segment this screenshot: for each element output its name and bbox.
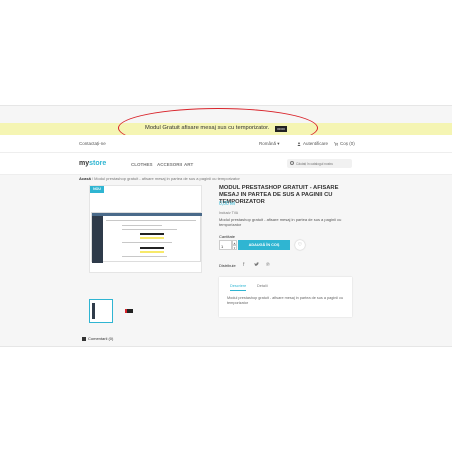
breadcrumb-current: Modul prestashop gratuit - afisare mesaj… — [94, 176, 240, 181]
breadcrumb: Acasă / Modul prestashop gratuit - afisa… — [79, 176, 240, 181]
product-price: 0,00 lei — [219, 201, 236, 207]
tab-details[interactable]: Detalii — [257, 284, 268, 288]
store-logo[interactable]: mystore — [79, 160, 106, 167]
screenshot-sidebar — [92, 216, 103, 263]
screenshot-line — [122, 229, 177, 230]
screenshot-yellow-bar — [140, 237, 164, 239]
thumbnail-2[interactable] — [118, 299, 142, 323]
tab-content: Modul prestashop gratuit - afisare mesaj… — [227, 296, 344, 305]
share-label: Distribuie — [219, 263, 236, 268]
product-tabs: Descriere Detalii Modul prestashop gratu… — [219, 277, 352, 317]
add-to-cart-button[interactable]: ADAUGĂ ÎN COȘ — [238, 240, 290, 250]
twitter-glyph — [254, 262, 259, 266]
login-link[interactable]: Autentificare — [297, 141, 328, 146]
short-description: Modul prestashop gratuit - afisare mesaj… — [219, 217, 342, 227]
comments-label: Comentarii (0) — [88, 336, 114, 341]
screenshot-line — [122, 256, 167, 257]
screenshot-topbar — [92, 213, 202, 216]
thumbnail-2-preview — [125, 309, 133, 313]
thumbnail-1[interactable] — [89, 299, 113, 323]
new-badge: NOU — [90, 186, 104, 193]
site-header: mystore CLOTHES ACCESORII ART — [0, 153, 452, 175]
tab-description[interactable]: Descriere — [230, 284, 247, 291]
pinterest-icon[interactable]: ℗ — [266, 262, 270, 268]
quantity-input[interactable] — [221, 242, 229, 250]
product-title: MODUL PRESTASHOP GRATUIT - AFISARE MESAJ… — [219, 185, 339, 205]
nav-clothes[interactable]: CLOTHES — [131, 162, 153, 167]
search-input[interactable] — [296, 160, 350, 167]
cart-label: Coș (0) — [340, 141, 355, 146]
breadcrumb-home[interactable]: Acasă — [79, 176, 91, 181]
module-screenshot — [91, 212, 202, 263]
nav-accessories[interactable]: ACCESORII — [157, 162, 182, 167]
tax-label: Inclusiv TVA — [219, 211, 239, 215]
screenshot-dark-bar — [140, 233, 164, 235]
nav-art[interactable]: ART — [184, 162, 193, 167]
screenshot-line — [106, 220, 196, 221]
cart-icon — [334, 142, 338, 146]
user-icon — [297, 142, 301, 146]
login-label: Autentificare — [303, 141, 329, 146]
search-box — [287, 159, 352, 168]
breadcrumb-separator: / — [91, 176, 94, 181]
thumbnail-1-preview — [92, 303, 110, 319]
cart-link[interactable]: Coș (0) — [334, 141, 355, 146]
quantity-label: Cantitate — [219, 234, 236, 239]
logo-prefix: my — [79, 160, 90, 167]
store-page: Modul Gratuit afisare mesaj sus cu tempo… — [0, 105, 452, 347]
search-icon[interactable] — [290, 161, 294, 165]
heart-icon: ♡ — [297, 242, 303, 248]
contact-link[interactable]: Contactați-ne — [79, 141, 106, 146]
quantity-box — [219, 240, 232, 250]
facebook-icon[interactable]: f — [243, 262, 244, 268]
wishlist-button[interactable]: ♡ — [295, 240, 305, 250]
comment-icon — [82, 336, 86, 341]
twitter-icon[interactable] — [254, 262, 259, 269]
top-nav-bar: Contactați-ne Română ▾ Autentificare Coș… — [0, 135, 452, 153]
screenshot-dark-bar — [140, 247, 164, 249]
screenshot-yellow-bar — [140, 251, 164, 253]
screenshot-line — [122, 225, 162, 226]
logo-accent: store — [89, 160, 107, 167]
quantity-down-button[interactable]: ▾ — [232, 245, 237, 250]
screenshot-line — [122, 242, 172, 243]
comments-link[interactable]: Comentarii (0) — [82, 336, 113, 341]
add-to-cart-label: ADAUGĂ ÎN COȘ — [248, 243, 280, 247]
product-image[interactable]: NOU — [89, 185, 202, 273]
page: Modul Gratuit afisare mesaj sus cu tempo… — [0, 0, 452, 452]
language-selector[interactable]: Română ▾ — [259, 141, 280, 147]
